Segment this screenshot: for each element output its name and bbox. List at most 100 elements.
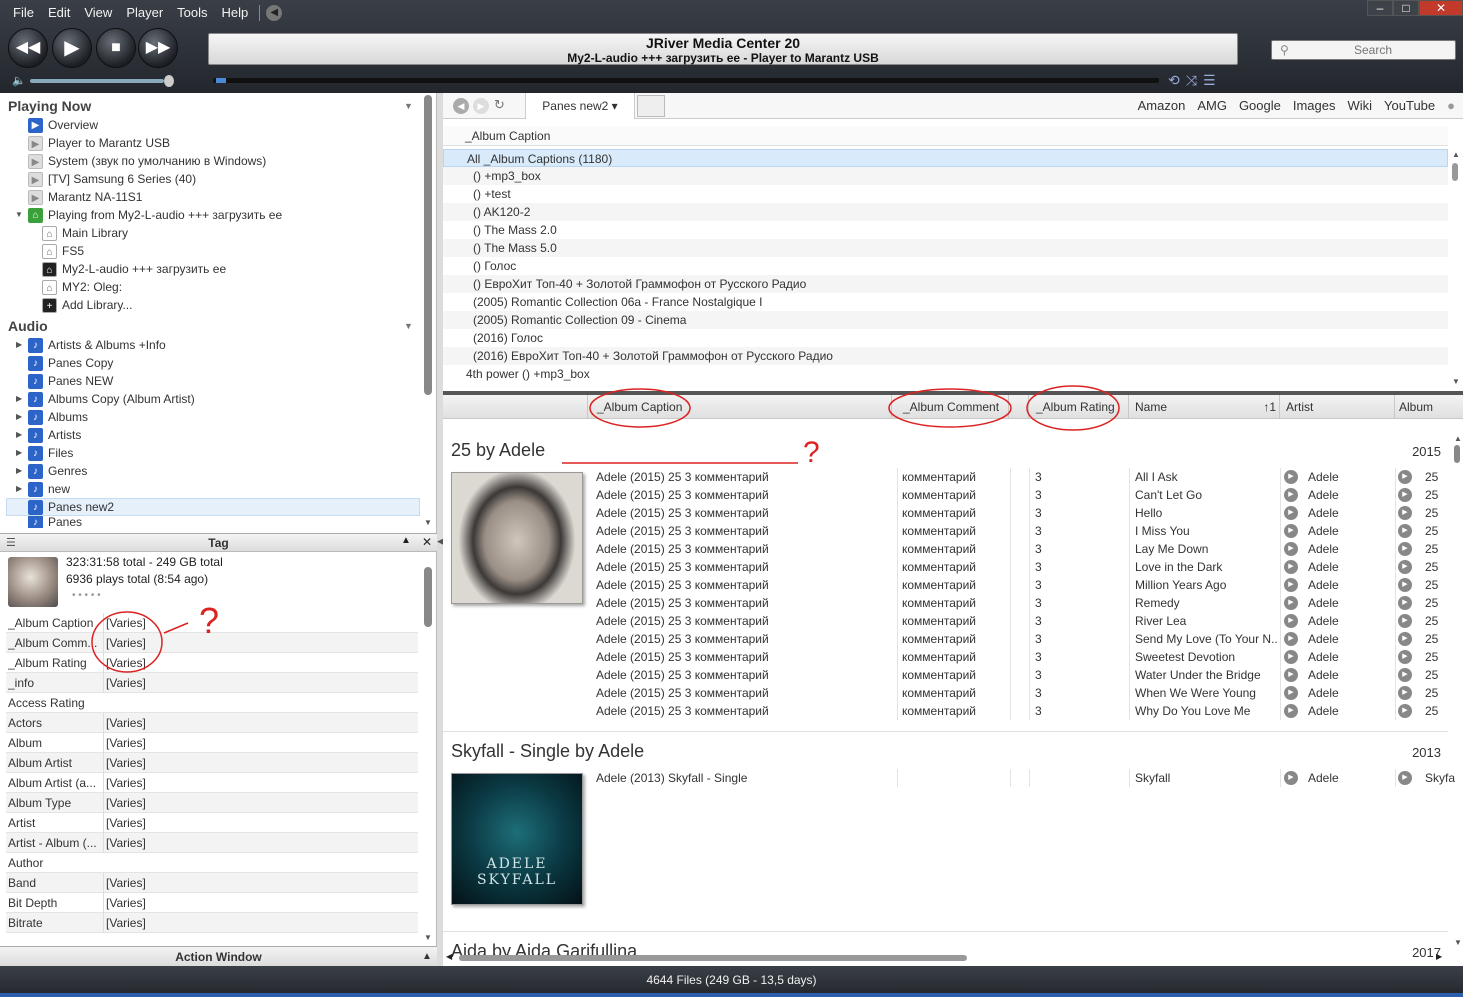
play-icon[interactable]: ▶ [1398, 470, 1412, 484]
tree-item-marantz[interactable]: ▶ Marantz NA-11S1 [28, 188, 142, 206]
web-icon[interactable]: ● [1447, 93, 1455, 119]
table-row[interactable]: Adele (2015) 25 3 комментарий комментарий… [593, 684, 1448, 702]
volume-knob[interactable] [164, 75, 174, 87]
tag-row[interactable]: _Album Comm... [Varies] [6, 633, 418, 653]
repeat-icon[interactable]: ⟲ [1168, 72, 1180, 89]
tag-row[interactable]: _Album Caption [Varies] [6, 613, 418, 633]
tag-row[interactable]: _info [Varies] [6, 673, 418, 693]
close-icon[interactable]: ✕ [1419, 0, 1463, 16]
back-icon[interactable]: ◀ [453, 98, 469, 114]
tag-row[interactable]: Artist - Album (... [Varies] [6, 833, 418, 853]
audio-heading[interactable]: Audio [8, 318, 48, 334]
pane-item-all[interactable]: All _Album Captions (1180) [443, 149, 1448, 167]
play-icon[interactable]: ▶ [1398, 668, 1412, 682]
scroll-up-icon[interactable]: ▲ [1452, 150, 1460, 159]
expand-icon[interactable]: ▶ [16, 484, 22, 493]
menu-file[interactable]: File [6, 4, 41, 22]
col-artist[interactable]: Artist [1280, 395, 1395, 419]
play-icon[interactable]: ▶ [1284, 686, 1298, 700]
previous-icon[interactable]: ◀◀ [8, 28, 48, 68]
pane-item[interactable]: (2016) ЕвроХит Топ-40 + Золотой Граммофо… [443, 347, 1448, 365]
pane-item[interactable]: () AK120-2 [443, 203, 1448, 221]
tag-value[interactable]: [Varies] [103, 613, 146, 633]
action-window-bar[interactable]: Action Window ▲ [0, 946, 437, 966]
next-icon[interactable]: ▶▶ [138, 28, 178, 68]
pane-item[interactable]: () +mp3_box [443, 167, 1448, 185]
album-art[interactable] [451, 472, 583, 604]
table-row[interactable]: Adele (2015) 25 3 комментарий комментарий… [593, 648, 1448, 666]
play-icon[interactable]: ▶ [1398, 704, 1412, 718]
col-album-caption[interactable]: _Album Caption [588, 395, 892, 419]
album-group-title[interactable]: 25 by Adele [451, 440, 545, 461]
menu-player[interactable]: Player [119, 4, 170, 22]
col-album-comment[interactable]: _Album Comment [892, 395, 1009, 419]
pane-item[interactable]: (2005) Romantic Collection 06a - France … [443, 293, 1448, 311]
seek-position[interactable] [216, 78, 226, 83]
tag-row[interactable]: Album Artist [Varies] [6, 753, 418, 773]
col-spacer[interactable] [1009, 395, 1029, 419]
tree-item-panes-new[interactable]: ♪ Panes NEW [28, 372, 113, 390]
tag-row[interactable]: Band [Varies] [6, 873, 418, 893]
collapse-icon[interactable]: ▼ [404, 101, 413, 111]
link-google[interactable]: Google [1239, 93, 1281, 119]
table-row[interactable]: Adele (2015) 25 3 комментарий комментарий… [593, 486, 1448, 504]
pane-scrollbar[interactable] [1452, 163, 1458, 181]
tree-scrollbar[interactable] [424, 95, 432, 395]
table-row[interactable]: Adele (2015) 25 3 комментарий комментарий… [593, 540, 1448, 558]
tree-item-panes-new2[interactable]: ♪ Panes new2 [6, 498, 420, 516]
tag-value[interactable]: [Varies] [103, 733, 146, 753]
maximize-icon[interactable]: □ [1393, 0, 1419, 16]
tab-panes-new2[interactable]: Panes new2 ▾ [525, 93, 635, 119]
tag-row[interactable]: Artist [Varies] [6, 813, 418, 833]
play-icon[interactable]: ▶ [1398, 560, 1412, 574]
tag-row[interactable]: Album [Varies] [6, 733, 418, 753]
shuffle-icon[interactable]: ⤨ [1186, 72, 1197, 89]
table-row[interactable]: Adele (2015) 25 3 комментарий комментарий… [593, 522, 1448, 540]
scroll-left-icon[interactable]: ◀ [446, 952, 452, 961]
tag-value[interactable]: [Varies] [103, 673, 146, 693]
play-icon[interactable]: ▶ [1398, 632, 1412, 646]
col-art[interactable] [443, 395, 588, 419]
menu-help[interactable]: Help [215, 4, 256, 22]
play-icon[interactable]: ▶ [1398, 488, 1412, 502]
table-row[interactable]: Adele (2015) 25 3 комментарий комментарий… [593, 558, 1448, 576]
tag-row[interactable]: Album Artist (a... [Varies] [6, 773, 418, 793]
horizontal-scrollbar[interactable]: ◀ ▶ [443, 951, 1448, 963]
horizontal-scroll-thumb[interactable] [459, 955, 967, 961]
forward-icon[interactable]: ▶ [473, 98, 489, 114]
table-row[interactable]: Adele (2015) 25 3 комментарий комментарий… [593, 702, 1448, 720]
album-art[interactable]: ADELE SKYFALL [451, 773, 583, 905]
tag-row[interactable]: Album Type [Varies] [6, 793, 418, 813]
minimize-icon[interactable]: – [1367, 0, 1393, 16]
play-icon[interactable]: ▶ [1398, 578, 1412, 592]
tag-value[interactable]: [Varies] [103, 773, 146, 793]
play-icon[interactable]: ▶ [1284, 578, 1298, 592]
expand-icon[interactable]: ▶ [16, 448, 22, 457]
play-icon[interactable]: ▶ [1284, 704, 1298, 718]
link-amg[interactable]: AMG [1197, 93, 1227, 119]
pane-item[interactable]: () ЕвроХит Топ-40 + Золотой Граммофон от… [443, 275, 1448, 293]
menu-view[interactable]: View [77, 4, 119, 22]
tree-item-tv[interactable]: ▶ [TV] Samsung 6 Series (40) [28, 170, 196, 188]
pane-header[interactable]: _Album Caption [443, 126, 1448, 146]
table-row[interactable]: Adele (2015) 25 3 комментарий комментарий… [593, 666, 1448, 684]
tree-item-new[interactable]: ♪ new [28, 480, 70, 498]
tag-row[interactable]: Bitrate [Varies] [6, 913, 418, 933]
table-row[interactable]: Adele (2015) 25 3 комментарий комментарий… [593, 594, 1448, 612]
scroll-right-icon[interactable]: ▶ [1436, 952, 1442, 961]
tag-value[interactable]: [Varies] [103, 753, 146, 773]
pane-item[interactable]: () The Mass 5.0 [443, 239, 1448, 257]
new-tab-button[interactable] [637, 95, 665, 117]
link-images[interactable]: Images [1293, 93, 1336, 119]
tag-value[interactable]: [Varies] [103, 893, 146, 913]
col-album-rating[interactable]: _Album Rating [1029, 395, 1129, 419]
expand-icon[interactable]: ▶ [16, 412, 22, 421]
chevron-up-icon[interactable]: ▲ [401, 535, 411, 546]
tree-item-files[interactable]: ♪ Files [28, 444, 73, 462]
search-input[interactable] [1298, 42, 1448, 58]
col-album[interactable]: Album [1395, 395, 1463, 419]
tree-item-add-library[interactable]: + Add Library... [42, 296, 132, 314]
table-row[interactable]: Adele (2013) Skyfall - Single Skyfall Adel… [593, 769, 1455, 787]
play-icon[interactable]: ▶ [1398, 614, 1412, 628]
link-amazon[interactable]: Amazon [1138, 93, 1186, 119]
